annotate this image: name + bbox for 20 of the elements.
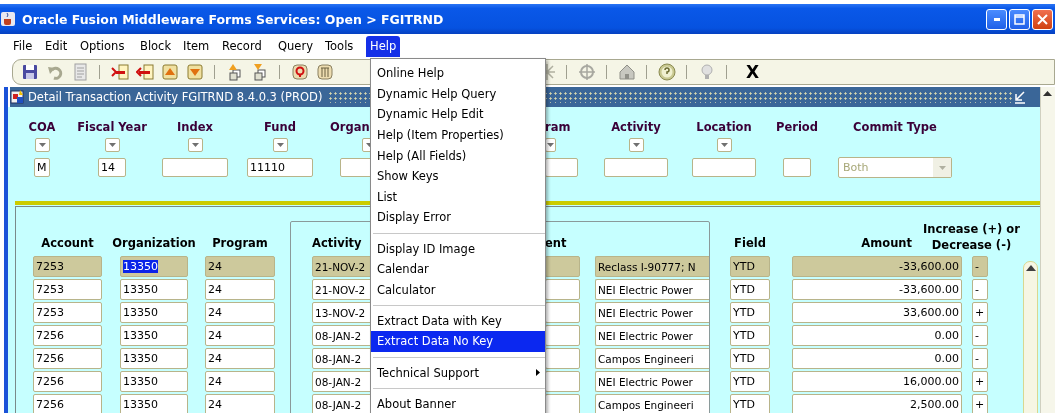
- field-label: Fiscal Year: [77, 120, 147, 135]
- column-header: Organization: [112, 236, 196, 250]
- field-label: Organ: [330, 120, 370, 135]
- field-label: Commit Type: [853, 120, 937, 135]
- column-header: Program: [212, 236, 268, 250]
- form-title: Detail Transaction Activity FGITRND 8.4.0.3 (PROD): [28, 90, 324, 104]
- field-label: Location: [696, 120, 752, 135]
- column-header: Account: [41, 236, 94, 250]
- column-header: Activity: [312, 236, 362, 250]
- field-label: Period: [776, 120, 818, 135]
- field-label: Activity: [611, 120, 661, 135]
- field-label: ram: [545, 120, 571, 135]
- column-header: Field: [734, 236, 766, 250]
- column-header: ent: [545, 236, 567, 250]
- field-label: COA: [28, 120, 56, 135]
- column-header: Amount: [861, 236, 912, 250]
- field-label: Index: [177, 120, 213, 135]
- window-title: Oracle Fusion Middleware Forms Services: Open > FGITRND: [22, 11, 444, 27]
- field-label: Fund: [264, 120, 296, 135]
- column-header: Increase (+) or Decrease (-): [922, 221, 1021, 253]
